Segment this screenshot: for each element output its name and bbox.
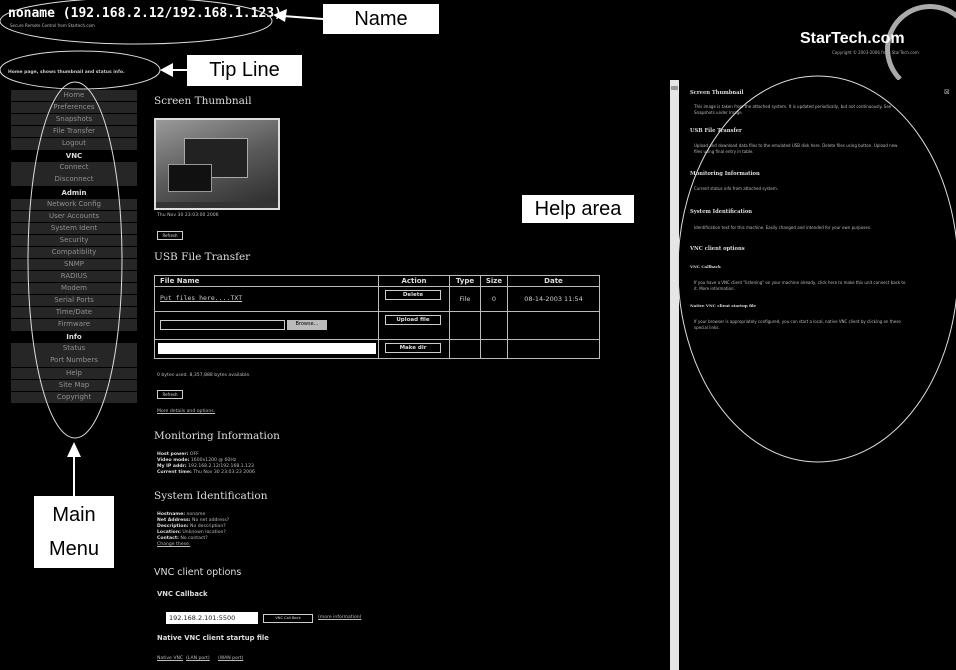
name-callout: Name (323, 4, 439, 34)
help-ellipse (677, 75, 956, 463)
menu-arrow-icon (67, 442, 81, 496)
main-menu-callout: Main Menu (34, 496, 114, 568)
name-arrow-icon (273, 9, 324, 22)
browser-screen: noname (192.168.2.12/192.168.1.123) Secu… (0, 0, 956, 670)
annotation-overlay (0, 0, 956, 496)
menu-ellipse (27, 81, 123, 439)
tip-line-callout: Tip Line (187, 55, 302, 86)
help-arrow-icon (633, 204, 664, 219)
name-ellipse (0, 0, 273, 45)
help-area-callout: Help area (522, 195, 634, 223)
tip-arrow-icon (160, 63, 187, 77)
